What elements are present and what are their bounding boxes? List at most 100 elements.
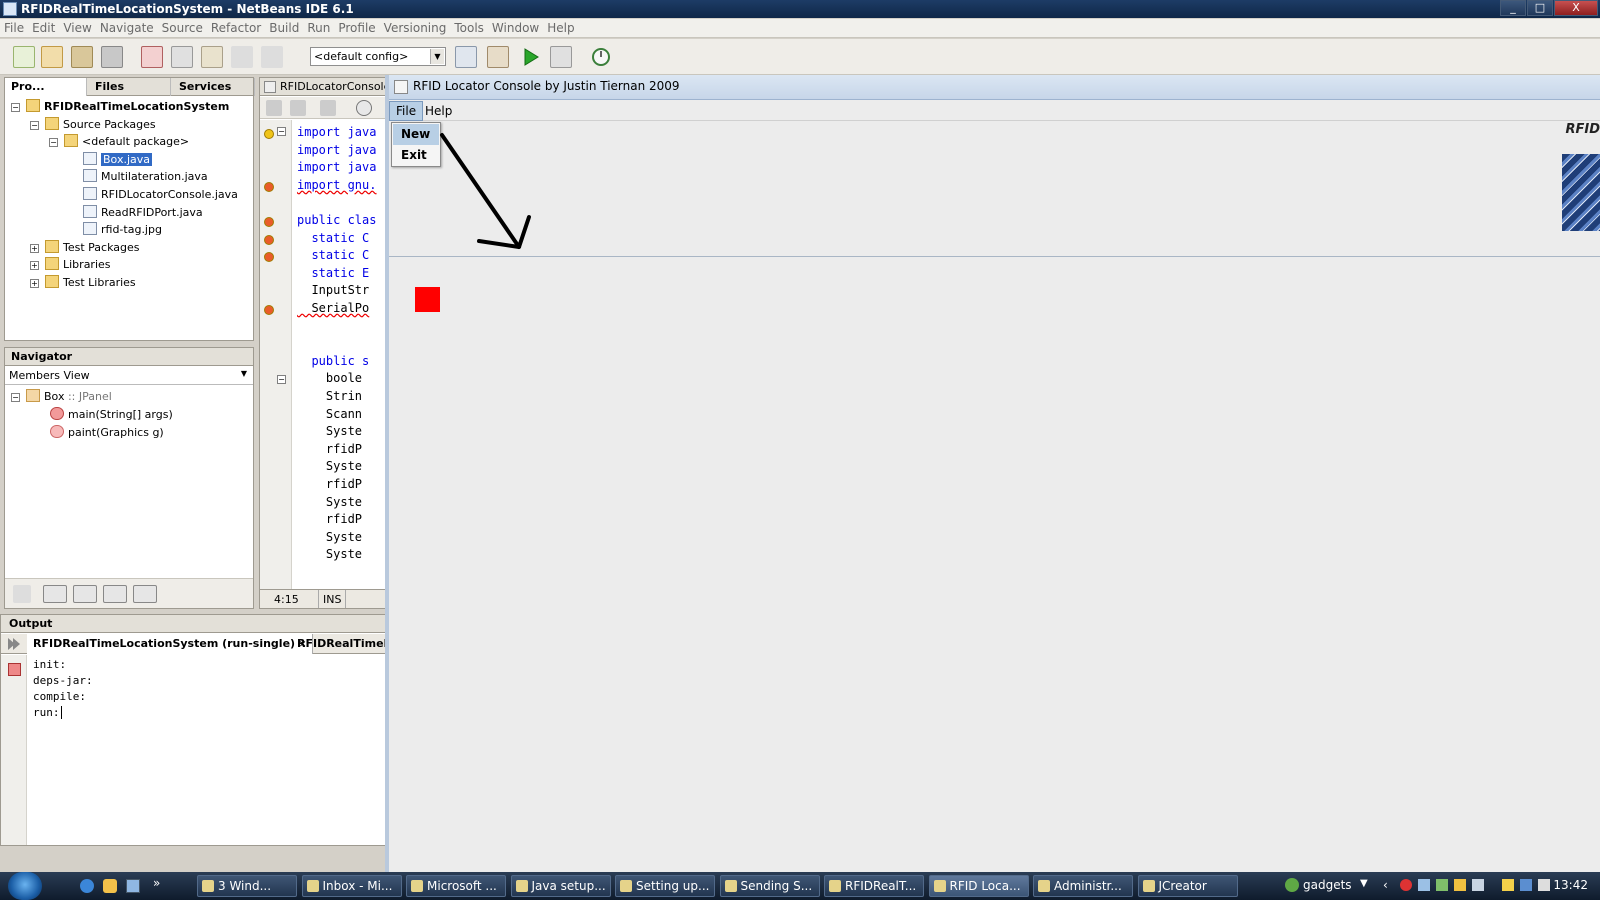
taskbar-item[interactable]: Setting up...	[615, 875, 715, 897]
filter-nonpublic-icon[interactable]	[103, 585, 127, 603]
copy-icon[interactable]	[171, 46, 193, 68]
expand-icon[interactable]: +	[30, 279, 39, 288]
clean-build-icon[interactable]	[487, 46, 509, 68]
menu-run[interactable]: Run	[303, 19, 334, 37]
tree-item[interactable]: − Source Packages	[30, 116, 156, 133]
navigator-class-row[interactable]: − Box :: JPanel	[11, 388, 112, 405]
tab-projects[interactable]: Pro...	[5, 78, 87, 96]
ie-icon[interactable]	[80, 879, 94, 893]
tree-item[interactable]: ReadRFIDPort.java	[68, 204, 203, 221]
search-icon[interactable]	[356, 100, 372, 116]
taskbar-item[interactable]: Inbox - Mi...	[301, 875, 402, 897]
redo-icon[interactable]	[261, 46, 283, 68]
config-select[interactable]: <default config> ▼	[310, 47, 446, 66]
collapse-icon[interactable]: −	[49, 138, 58, 148]
clock[interactable]: 13:42	[1553, 878, 1588, 892]
forward-icon[interactable]	[290, 100, 306, 116]
tree-item[interactable]: − <default package>	[49, 133, 189, 150]
filter-fields-icon[interactable]	[43, 585, 67, 603]
run-icon[interactable]	[520, 46, 542, 68]
taskbar-item[interactable]: Microsoft ...	[406, 875, 506, 897]
menu-view[interactable]: View	[59, 19, 95, 37]
taskbar-item[interactable]: Sending S...	[719, 875, 820, 897]
sort-alpha-icon[interactable]	[133, 585, 157, 603]
members-view-select[interactable]: Members View ▼	[5, 367, 253, 385]
history-icon[interactable]	[320, 100, 336, 116]
maximize-button[interactable]: □	[1527, 0, 1553, 16]
tray-icon[interactable]	[1436, 879, 1448, 891]
menu-item-exit[interactable]: Exit	[393, 145, 439, 166]
menu-help[interactable]: Help	[543, 19, 578, 37]
tray-icon[interactable]	[1418, 879, 1430, 891]
minimize-button[interactable]: _	[1500, 0, 1526, 16]
menu-build[interactable]: Build	[265, 19, 303, 37]
hint-bulb-icon[interactable]	[264, 129, 274, 139]
tree-item[interactable]: + Libraries	[30, 256, 111, 273]
collapse-icon[interactable]: −	[11, 103, 20, 112]
more-icon[interactable]: »	[153, 876, 160, 890]
undo-icon[interactable]	[231, 46, 253, 68]
output-tab-run-single[interactable]: RFIDRealTimeLocationSystem (run-single) …	[27, 634, 314, 654]
chevron-down-icon[interactable]: ▼	[1360, 878, 1368, 889]
gadgets-label[interactable]: gadgets	[1303, 878, 1352, 892]
tab-services[interactable]: Services	[173, 78, 255, 96]
members-filter-icon[interactable]	[13, 585, 31, 603]
tray-icon[interactable]	[1472, 879, 1484, 891]
profile-icon[interactable]	[590, 46, 612, 68]
menu-navigate[interactable]: Navigate	[96, 19, 158, 37]
new-file-icon[interactable]	[13, 46, 35, 68]
error-bulb-icon[interactable]	[264, 217, 274, 227]
menu-profile[interactable]: Profile	[334, 19, 379, 37]
tree-item[interactable]: Box.java	[68, 151, 152, 168]
network-icon[interactable]	[1520, 879, 1532, 891]
menu-refactor[interactable]: Refactor	[207, 19, 265, 37]
tree-item[interactable]: Multilateration.java	[68, 168, 208, 185]
rerun-icon[interactable]	[7, 637, 21, 651]
expand-icon[interactable]: +	[30, 261, 39, 271]
taskbar-item[interactable]: RFIDRealT...	[824, 875, 924, 897]
navigator-member-main[interactable]: main(String[] args)	[50, 406, 173, 423]
menu-item-new[interactable]: New	[393, 124, 439, 145]
paste-icon[interactable]	[201, 46, 223, 68]
output-tab-second[interactable]: RFIDRealTimeL	[293, 634, 395, 654]
error-bulb-icon[interactable]	[264, 235, 274, 245]
menu-window[interactable]: Window	[488, 19, 543, 37]
taskbar-item[interactable]: JCreator	[1137, 875, 1238, 897]
taskbar-item[interactable]: Java setup...	[510, 875, 611, 897]
tree-item[interactable]: rfid-tag.jpg	[68, 221, 162, 238]
tree-item[interactable]: RFIDLocatorConsole.java	[68, 186, 238, 203]
menu-edit[interactable]: Edit	[28, 19, 59, 37]
error-bulb-icon[interactable]	[264, 305, 274, 315]
tree-item[interactable]: − RFIDRealTimeLocationSystem	[11, 98, 229, 115]
error-bulb-icon[interactable]	[264, 252, 274, 262]
debug-icon[interactable]	[550, 46, 572, 68]
build-icon[interactable]	[455, 46, 477, 68]
error-bulb-icon[interactable]	[264, 182, 274, 192]
tree-item[interactable]: + Test Libraries	[30, 274, 136, 291]
volume-icon[interactable]	[1538, 879, 1550, 891]
taskbar-item[interactable]: Administr...	[1033, 875, 1133, 897]
tab-files[interactable]: Files	[89, 78, 171, 96]
menu-file[interactable]: File	[0, 19, 28, 37]
outlook-icon[interactable]	[103, 879, 117, 893]
fold-icon[interactable]: −	[277, 375, 286, 384]
tray-error-icon[interactable]	[1400, 879, 1412, 891]
open-project-icon[interactable]	[71, 46, 93, 68]
new-project-icon[interactable]	[41, 46, 63, 68]
save-all-icon[interactable]	[101, 46, 123, 68]
rfid-menu-file[interactable]: File	[389, 101, 424, 121]
collapse-icon[interactable]: −	[30, 120, 39, 130]
chevron-left-icon[interactable]: ‹	[1383, 878, 1388, 892]
start-button[interactable]	[8, 872, 42, 900]
fold-icon[interactable]: −	[277, 127, 286, 136]
taskbar-item[interactable]: RFID Loca...	[928, 875, 1029, 897]
desktop-icon[interactable]	[126, 879, 140, 893]
rfid-menu-help[interactable]: Help	[419, 101, 458, 121]
editor-tab[interactable]: RFIDLocatorConsole.j	[260, 78, 387, 96]
menu-tools[interactable]: Tools	[450, 19, 488, 37]
sort-source-icon[interactable]	[165, 585, 183, 603]
tree-item[interactable]: + Test Packages	[30, 239, 139, 256]
warning-icon[interactable]	[1502, 879, 1514, 891]
navigator-member-paint[interactable]: paint(Graphics g)	[50, 424, 164, 441]
cut-icon[interactable]	[141, 46, 163, 68]
